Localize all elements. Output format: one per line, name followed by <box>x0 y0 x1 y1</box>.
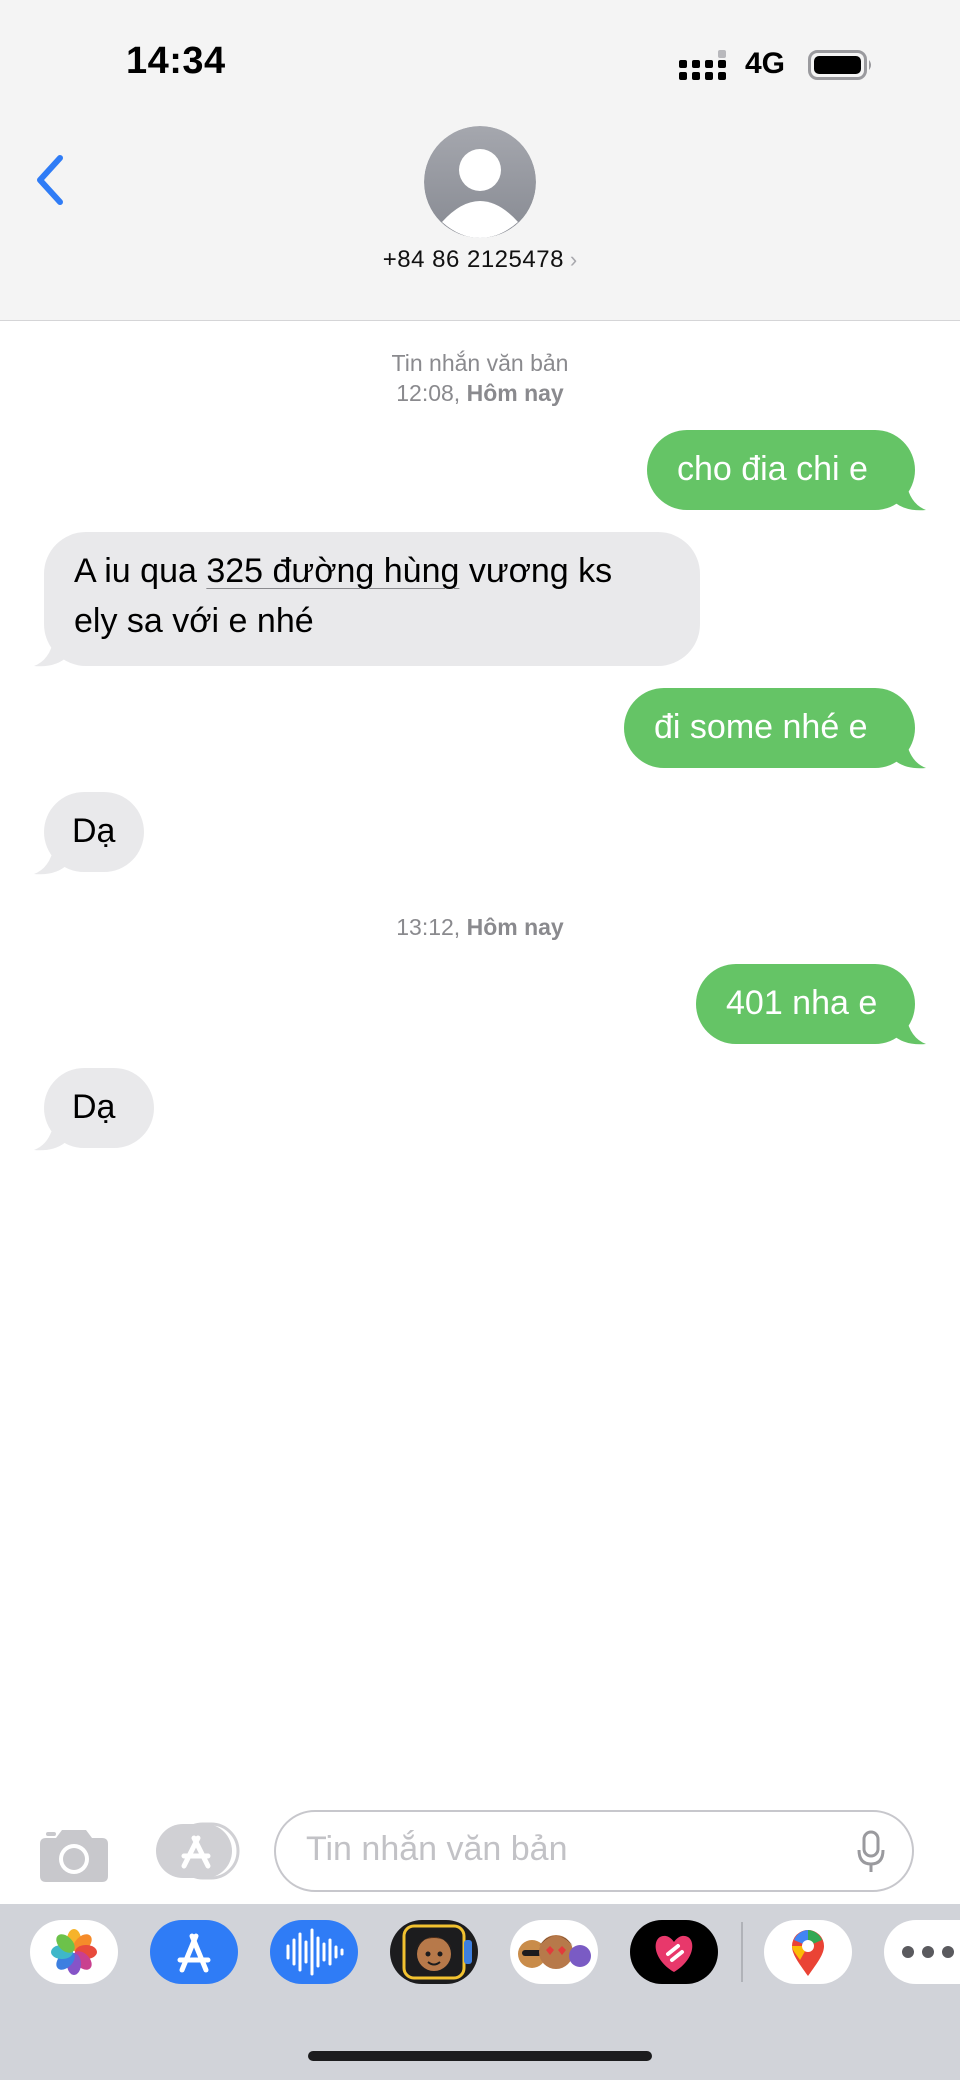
bubble-tail <box>34 638 68 667</box>
received-message-bubble[interactable]: A iu qua 325 đường hùng vương ks ely sa v… <box>44 532 700 666</box>
home-indicator[interactable] <box>308 2051 652 2061</box>
camera-icon[interactable] <box>38 1824 110 1884</box>
message-type-label: Tin nhắn văn bản <box>391 350 569 376</box>
message-input-placeholder: Tin nhắn văn bản <box>306 1830 568 1868</box>
message-text: Dạ <box>72 1088 116 1126</box>
app-store-glyph <box>177 1933 211 1973</box>
contact-avatar[interactable] <box>424 126 536 238</box>
memoji-stickers-icon[interactable] <box>390 1920 478 1984</box>
message-text: Dạ <box>72 812 116 850</box>
timestamp-time: 12:08, <box>396 380 461 406</box>
timestamp-day: Hôm nay <box>466 914 564 940</box>
memoji-face-icon <box>402 1924 472 1980</box>
contact-name-button[interactable]: +84 86 2125478 › <box>0 246 960 274</box>
address-link[interactable]: 325 đường hùng <box>206 552 459 590</box>
audio-message-icon[interactable] <box>270 1920 358 1984</box>
timestamp: 12:08, Hôm nay <box>0 378 960 408</box>
sent-message-bubble[interactable]: 401 nha e <box>696 964 915 1044</box>
thread-meta-header: Tin nhắn văn bản 12:08, Hôm nay <box>0 348 960 408</box>
contact-number: +84 86 2125478 <box>382 246 564 273</box>
contact-chevron-icon: › <box>569 247 578 272</box>
bubble-tail <box>892 1016 926 1045</box>
microphone-icon[interactable] <box>856 1830 886 1874</box>
map-pin-icon <box>792 1930 824 1976</box>
message-text: cho đia chi e <box>677 450 868 488</box>
battery-icon <box>808 50 871 80</box>
bubble-tail <box>892 482 926 511</box>
photos-app-icon[interactable] <box>30 1920 118 1984</box>
back-chevron-icon[interactable] <box>28 150 76 210</box>
sent-message-bubble[interactable]: đi some nhé e <box>624 688 915 768</box>
drawer-divider <box>741 1922 743 1982</box>
timestamp: 13:12, Hôm nay <box>0 912 960 942</box>
waveform-icon <box>286 1928 344 1976</box>
timestamp-day: Hôm nay <box>466 380 564 406</box>
network-type: 4G <box>745 47 786 80</box>
bubble-tail <box>34 1122 68 1151</box>
message-text-line2: ely sa với e nhé <box>74 602 314 640</box>
more-apps-icon[interactable] <box>884 1920 960 1984</box>
google-maps-icon[interactable] <box>764 1920 852 1984</box>
sent-message-bubble[interactable]: cho đia chi e <box>647 430 915 510</box>
message-text-part: vương ks <box>459 552 613 590</box>
person-silhouette-icon <box>424 126 536 238</box>
app-store-icon[interactable] <box>150 1920 238 1984</box>
status-time: 14:34 <box>126 40 226 82</box>
heart-icon <box>655 1935 693 1972</box>
animoji-faces-icon <box>518 1935 591 1969</box>
message-input[interactable]: Tin nhắn văn bản <box>274 1810 914 1892</box>
message-text: 401 nha e <box>726 984 878 1022</box>
message-text: đi some nhé e <box>654 708 868 746</box>
photos-flower-icon <box>51 1929 97 1975</box>
conversation-header: 14:34 4G +84 86 2125478 › <box>0 0 960 321</box>
ellipsis-icon <box>902 1946 954 1958</box>
timestamp-time: 13:12, <box>396 914 461 940</box>
app-store-apps-icon[interactable] <box>154 1822 240 1880</box>
message-text-part: A iu qua <box>74 552 207 590</box>
bubble-tail <box>34 846 68 875</box>
cellular-signal-icon <box>679 50 726 80</box>
animoji-icon[interactable] <box>510 1920 598 1984</box>
bubble-tail <box>892 740 926 769</box>
digital-touch-icon[interactable] <box>630 1920 718 1984</box>
